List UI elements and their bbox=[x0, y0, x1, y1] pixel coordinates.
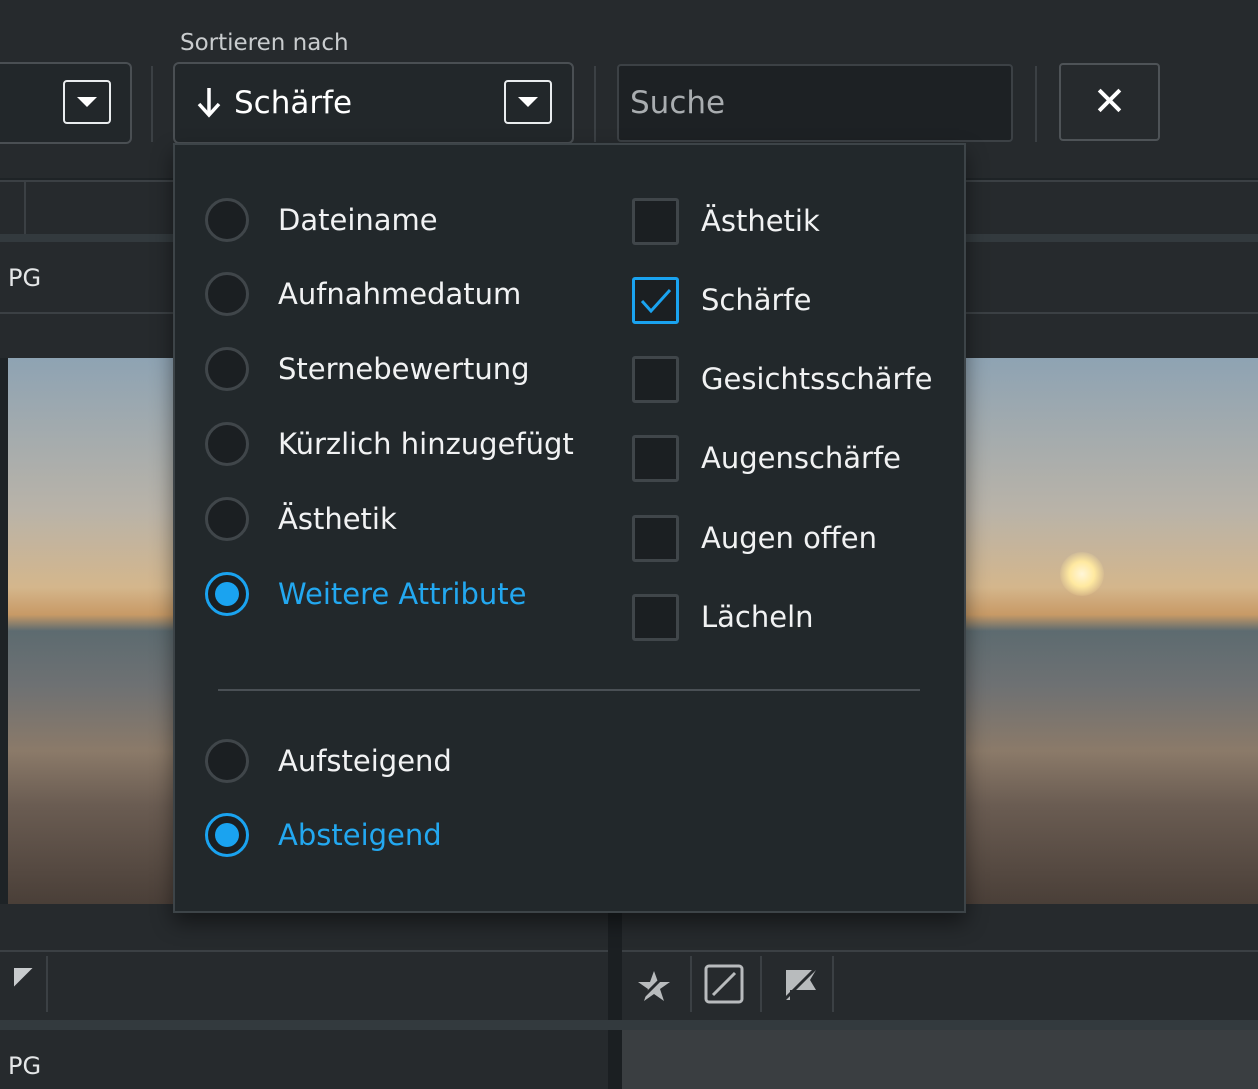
sort-field-radio[interactable] bbox=[205, 497, 249, 541]
sun-highlight bbox=[1060, 552, 1104, 596]
clear-button[interactable]: ✕ bbox=[1059, 63, 1160, 141]
sort-field-label[interactable]: Weitere Attribute bbox=[278, 572, 526, 616]
sort-field-label[interactable]: Dateiname bbox=[278, 198, 438, 242]
close-icon: ✕ bbox=[1092, 79, 1127, 125]
attribute-checkbox-checked[interactable] bbox=[632, 277, 679, 324]
sort-value: Schärfe bbox=[234, 85, 353, 121]
sort-field-radio-selected[interactable] bbox=[205, 572, 249, 616]
gap-band bbox=[0, 1020, 1258, 1030]
attribute-checkbox[interactable] bbox=[632, 198, 679, 245]
icon-separator bbox=[760, 956, 762, 1012]
attribute-checkbox[interactable] bbox=[632, 515, 679, 562]
chevron-down-icon bbox=[77, 97, 97, 107]
icon-separator bbox=[690, 956, 692, 1012]
search-placeholder: Suche bbox=[630, 85, 726, 121]
sort-field-radio[interactable] bbox=[205, 422, 249, 466]
toolbar-separator bbox=[151, 66, 153, 142]
column-gap bbox=[608, 904, 622, 1089]
attribute-checkbox[interactable] bbox=[632, 594, 679, 641]
attribute-label[interactable]: Ästhetik bbox=[701, 199, 820, 243]
sort-direction-arrow-icon bbox=[196, 84, 222, 120]
attribute-checkbox[interactable] bbox=[632, 435, 679, 482]
file-name: PG bbox=[8, 1052, 42, 1080]
sort-label: Sortieren nach bbox=[180, 30, 349, 56]
unrated-star-icon[interactable] bbox=[634, 966, 674, 1006]
order-radio[interactable] bbox=[205, 739, 249, 783]
attribute-label[interactable]: Lächeln bbox=[701, 595, 814, 639]
attribute-label[interactable]: Schärfe bbox=[701, 278, 811, 322]
thumbnail-header bbox=[0, 1030, 608, 1089]
icon-separator bbox=[832, 956, 834, 1012]
sort-field-radio[interactable] bbox=[205, 198, 249, 242]
sort-dropdown-button[interactable] bbox=[504, 80, 552, 124]
thumbnail-toolbar bbox=[0, 952, 608, 1020]
empty-cell bbox=[622, 1030, 1258, 1089]
order-radio-selected[interactable] bbox=[205, 813, 249, 857]
icon-separator bbox=[46, 956, 48, 1012]
order-label[interactable]: Aufsteigend bbox=[278, 739, 452, 783]
checkmark-icon bbox=[640, 288, 671, 313]
flag-icon[interactable] bbox=[6, 958, 42, 998]
order-label[interactable]: Absteigend bbox=[278, 813, 442, 857]
attribute-checkbox[interactable] bbox=[632, 356, 679, 403]
attribute-label[interactable]: Gesichtsschärfe bbox=[701, 357, 932, 401]
color-label-icon[interactable] bbox=[702, 962, 746, 1006]
menu-divider bbox=[218, 689, 920, 691]
sort-field-radio[interactable] bbox=[205, 347, 249, 391]
attribute-label[interactable]: Augen offen bbox=[701, 516, 877, 560]
radio-dot bbox=[215, 823, 239, 847]
sort-field-label[interactable]: Ästhetik bbox=[278, 497, 397, 541]
filter-dropdown-button[interactable] bbox=[63, 80, 111, 124]
attribute-label[interactable]: Augenschärfe bbox=[701, 436, 901, 480]
sort-field-label[interactable]: Aufnahmedatum bbox=[278, 272, 521, 316]
toolbar-separator bbox=[594, 66, 596, 142]
chevron-down-icon bbox=[518, 97, 538, 107]
sort-field-label[interactable]: Sternebewertung bbox=[278, 347, 530, 391]
sort-field-label[interactable]: Kürzlich hinzugefügt bbox=[278, 422, 574, 466]
toolbar-separator bbox=[1035, 66, 1037, 142]
sort-field-radio[interactable] bbox=[205, 272, 249, 316]
strip-separator bbox=[24, 182, 26, 234]
radio-dot bbox=[215, 582, 239, 606]
flag-icon[interactable] bbox=[778, 962, 822, 1006]
file-name: PG bbox=[8, 264, 42, 292]
